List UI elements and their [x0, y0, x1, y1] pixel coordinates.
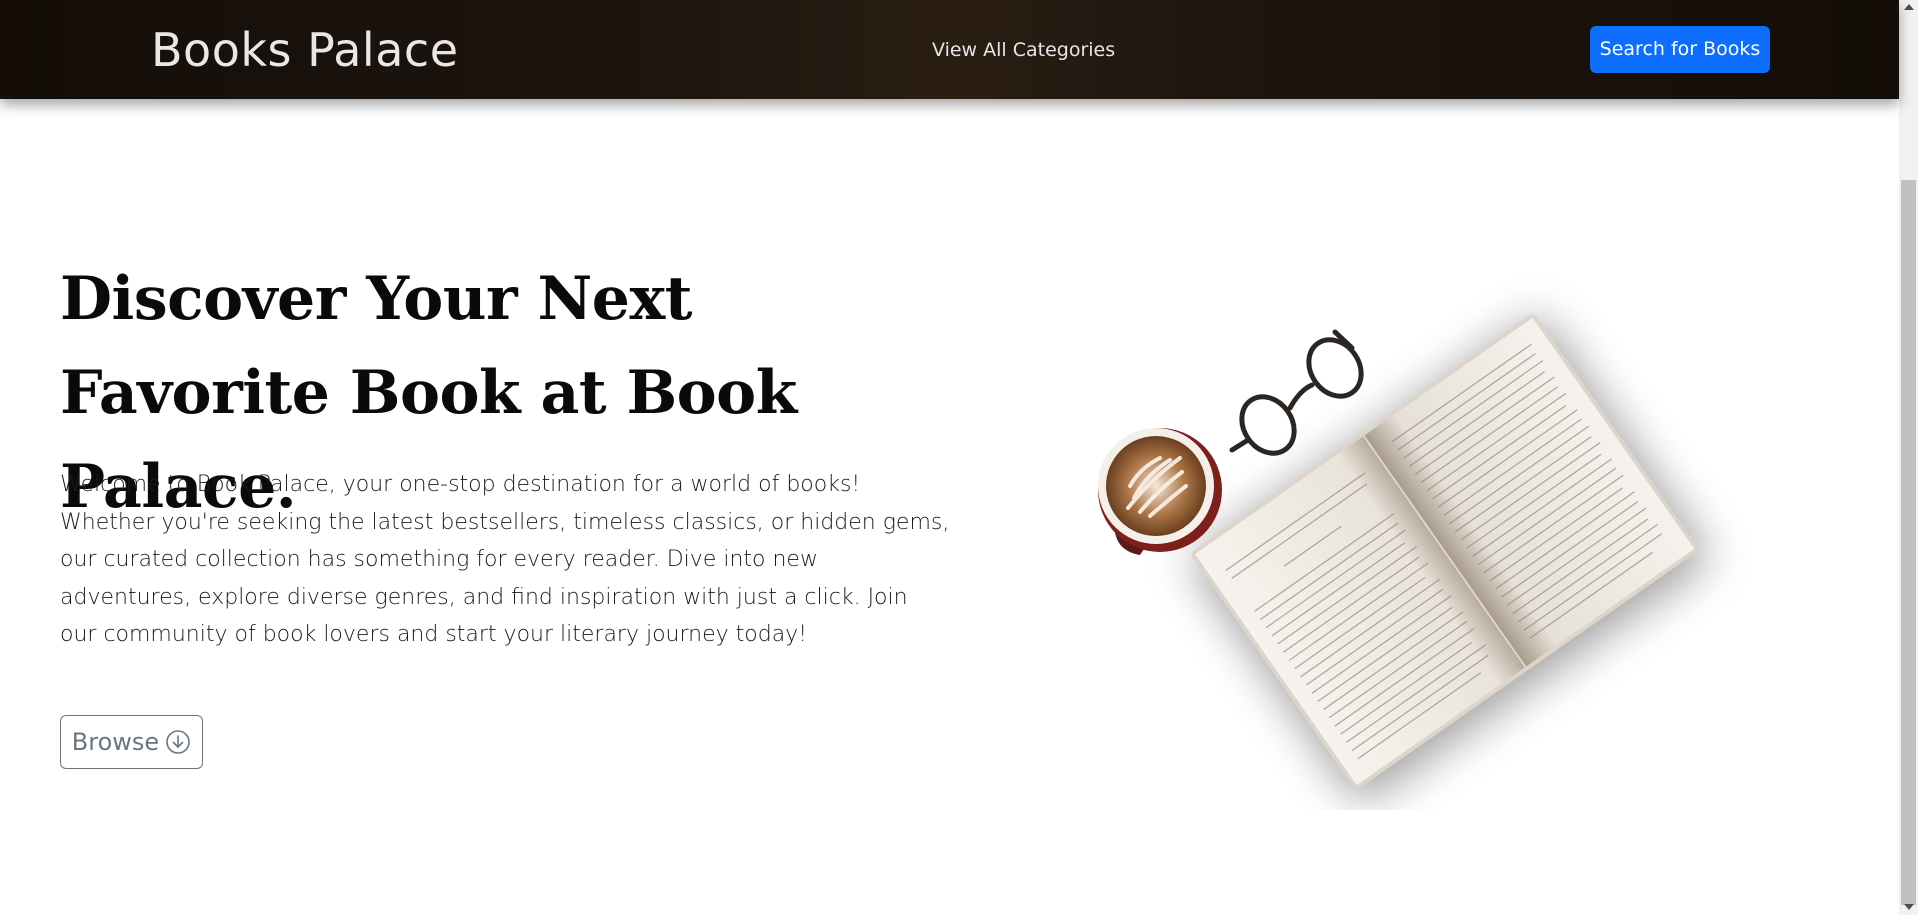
scroll-thumb[interactable]	[1901, 180, 1916, 905]
open-book-coffee-glasses-image	[1098, 314, 1708, 801]
view-all-categories-link[interactable]: View All Categories	[932, 37, 1115, 63]
browse-button-label: Browse	[71, 728, 160, 756]
scroll-down-arrow-icon[interactable]	[1904, 904, 1914, 910]
coffee-cup	[1098, 428, 1222, 555]
page-scrollbar[interactable]	[1899, 0, 1918, 915]
arrow-down-circle-icon	[166, 730, 190, 754]
browse-button[interactable]: Browse	[60, 715, 203, 769]
top-navbar: Books Palace View All Categories Search …	[0, 0, 1899, 99]
brand-logo[interactable]: Books Palace	[151, 20, 459, 80]
hero-description: Welcome to Book Palace, your one-stop de…	[60, 472, 950, 647]
scroll-up-arrow-icon[interactable]	[1904, 4, 1914, 10]
open-book	[1191, 314, 1698, 789]
search-for-books-button[interactable]: Search for Books	[1590, 26, 1770, 73]
